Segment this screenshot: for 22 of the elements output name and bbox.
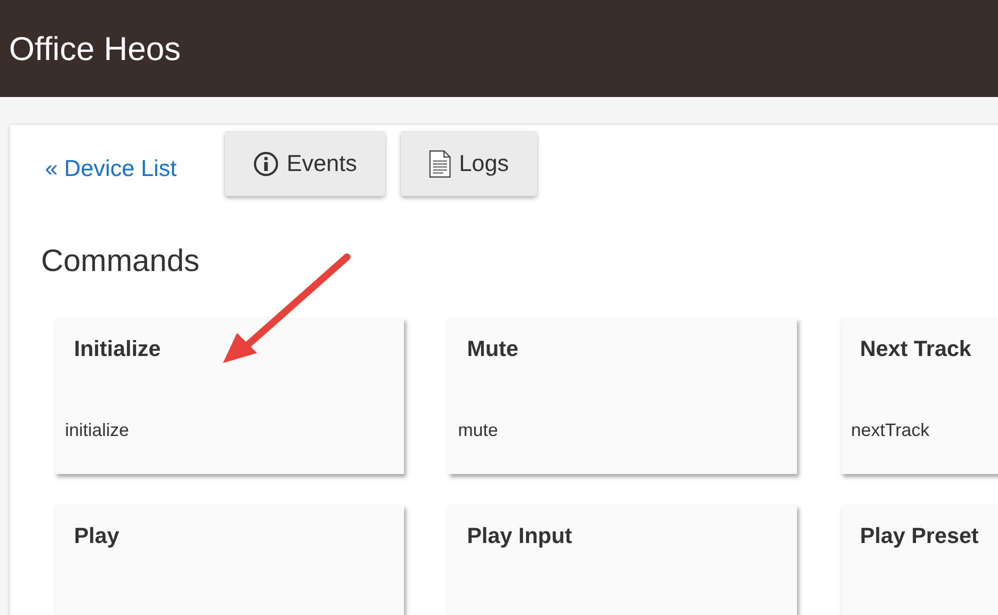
command-title: Play Input (467, 523, 574, 550)
command-card[interactable]: Mute mute (448, 318, 797, 474)
command-card[interactable]: Initialize initialize (55, 318, 404, 474)
back-link[interactable]: « Device List (45, 151, 177, 186)
command-card[interactable]: Play Input (448, 505, 797, 615)
command-title: Next Track (860, 336, 972, 363)
command-title: Initialize (74, 336, 162, 363)
command-card[interactable]: Play Preset (841, 505, 998, 615)
command-name: initialize (65, 418, 130, 442)
events-button[interactable]: Events (224, 131, 385, 196)
command-title: Play (74, 523, 120, 550)
info-icon (252, 150, 279, 176)
logs-button[interactable]: Logs (401, 131, 537, 196)
command-name: nextTrack (851, 418, 930, 442)
command-title: Play Preset (860, 523, 980, 550)
page-title: Office Heos (9, 28, 181, 68)
command-card[interactable]: Play (55, 505, 404, 615)
document-icon (429, 150, 451, 178)
command-name: mute (458, 418, 498, 442)
command-title: Mute (467, 336, 520, 363)
command-card[interactable]: Next Track nextTrack (841, 318, 998, 474)
section-heading: Commands (41, 242, 200, 280)
